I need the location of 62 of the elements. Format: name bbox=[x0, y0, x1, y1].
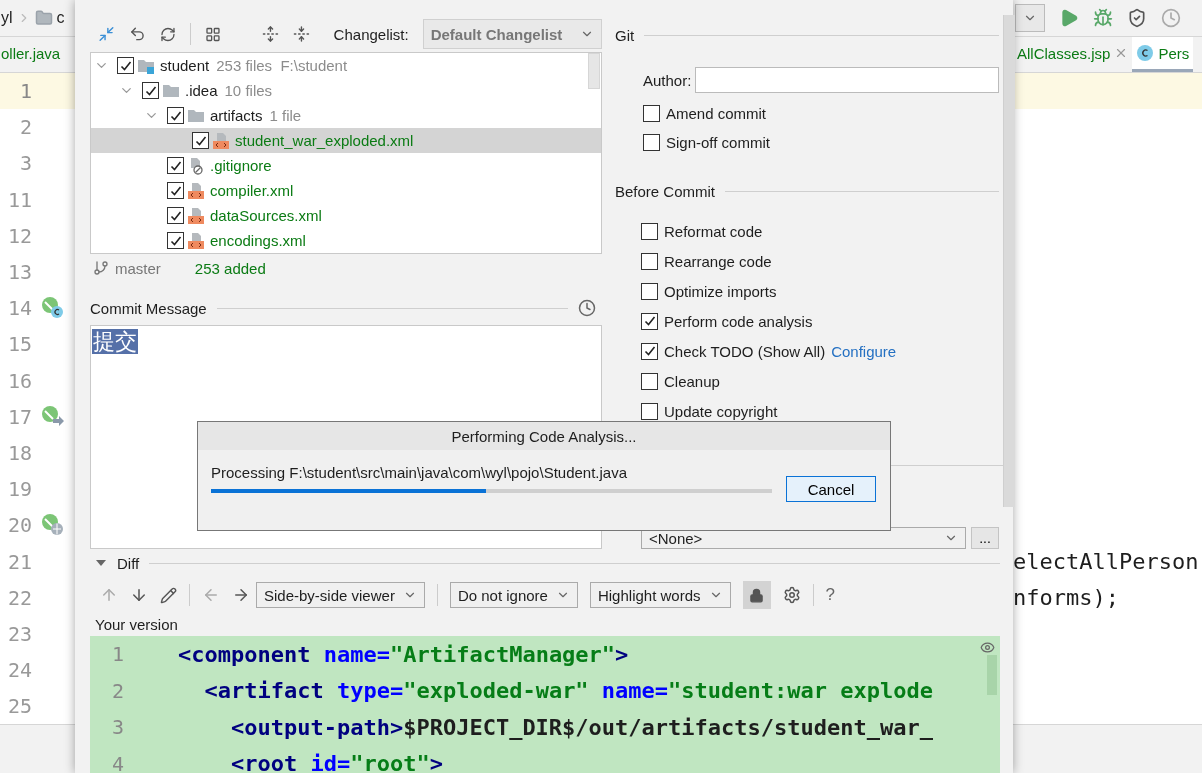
code-line: <artifact type="exploded-war" name="student:war explode bbox=[203, 678, 933, 704]
file-name: student bbox=[160, 57, 210, 74]
line-number: 20 bbox=[6, 513, 32, 538]
code-line: nforms); bbox=[1013, 585, 1119, 611]
line-number: 17 bbox=[6, 404, 32, 429]
file-name: dataSources.xml bbox=[210, 207, 322, 224]
option-label: Check TODO (Show All) bbox=[664, 342, 826, 360]
branch-name: master bbox=[115, 259, 161, 277]
changes-summary: 253 added bbox=[194, 259, 266, 277]
file-name: artifacts bbox=[210, 107, 263, 124]
file-info: 10 files bbox=[224, 82, 273, 99]
file-info: 253 files F:\student bbox=[216, 57, 348, 74]
line-number: 12 bbox=[6, 223, 32, 248]
line-number: 13 bbox=[6, 260, 32, 285]
line-number: 3 bbox=[18, 151, 32, 176]
code-line: <root id="root"> bbox=[229, 751, 443, 773]
author-label: Author: bbox=[643, 71, 692, 89]
code-line: <component name="ArtifactManager"> bbox=[178, 641, 629, 667]
option-label: Perform code analysis bbox=[664, 312, 813, 330]
line-number: 15 bbox=[6, 332, 32, 357]
line-number: 16 bbox=[6, 368, 32, 393]
option-label: Reformat code bbox=[664, 222, 763, 240]
version-label: Your version bbox=[95, 616, 179, 633]
line-number: 21 bbox=[6, 549, 32, 574]
progress-message: Processing F:\student\src\main\java\com\wyl\pojo\Student.java bbox=[211, 464, 629, 481]
line-number: 18 bbox=[6, 440, 32, 465]
section-title: Commit Message bbox=[90, 299, 207, 317]
option-label: Amend commit bbox=[666, 105, 767, 122]
option-label: Cleanup bbox=[664, 372, 720, 390]
line-number: 25 bbox=[6, 694, 32, 719]
file-name: .idea bbox=[185, 82, 218, 99]
file-name: student_war_exploded.xml bbox=[235, 132, 414, 149]
line-number: 22 bbox=[6, 585, 32, 610]
section-title: Git bbox=[615, 26, 635, 44]
section-title: Before Commit bbox=[615, 182, 716, 200]
line-number: 14 bbox=[6, 296, 32, 321]
line-number: 19 bbox=[6, 477, 32, 502]
line-number: 3 bbox=[110, 715, 125, 740]
line-number: 2 bbox=[18, 115, 32, 140]
section-title: Diff bbox=[117, 554, 140, 572]
file-name: .gitignore bbox=[210, 157, 272, 174]
option-label: Optimize imports bbox=[664, 282, 777, 300]
line-number: 1 bbox=[18, 79, 32, 104]
tab-label: AllClasses.jsp bbox=[1017, 44, 1111, 62]
code-line: electAllPerson bbox=[1013, 549, 1199, 575]
line-number: 2 bbox=[110, 678, 125, 703]
tab-label: Pers bbox=[1158, 44, 1190, 62]
file-name: encodings.xml bbox=[210, 232, 306, 249]
file-name: compiler.xml bbox=[210, 182, 294, 199]
code-line: <output-path>$PROJECT_DIR$/out/artifacts/student_war_ bbox=[229, 714, 933, 740]
line-number: 4 bbox=[110, 751, 125, 773]
option-label: Sign-off commit bbox=[666, 134, 770, 151]
selected-text: 提交 bbox=[92, 329, 138, 354]
line-number: 1 bbox=[110, 642, 125, 667]
option-label: Update copyright bbox=[664, 402, 778, 420]
line-number: 24 bbox=[6, 658, 32, 683]
line-number: 11 bbox=[6, 187, 32, 212]
file-info: 1 file bbox=[269, 107, 302, 124]
option-label: Rearrange code bbox=[664, 252, 772, 270]
line-number: 23 bbox=[6, 621, 32, 646]
changelist-label: Changelist: bbox=[333, 25, 409, 43]
dialog-title: Performing Code Analysis... bbox=[198, 422, 890, 450]
